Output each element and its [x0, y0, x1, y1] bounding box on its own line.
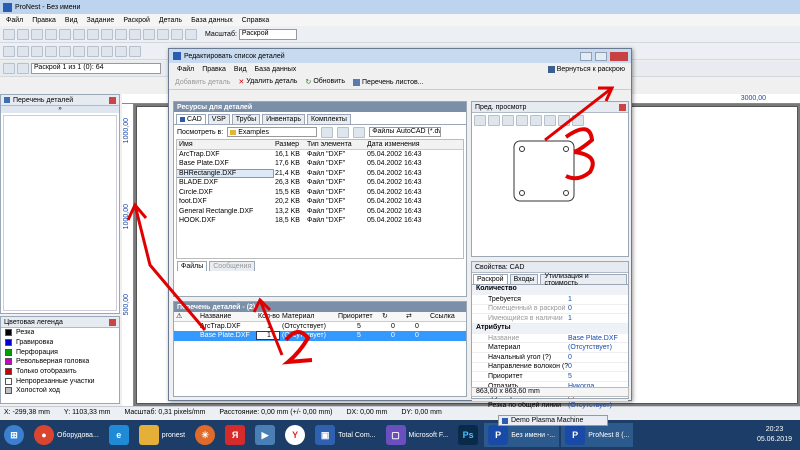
floppy-icon: ▣: [315, 425, 336, 445]
taskbar-chrome[interactable]: ● Оборудова...: [30, 423, 103, 447]
taskbar-app[interactable]: ▶: [251, 423, 279, 447]
photoshop-icon: Ps: [458, 425, 479, 445]
annotation-digit-2: [281, 330, 313, 365]
windows-icon: ⊞: [4, 425, 24, 445]
taskbar-pronest[interactable]: P ProNest 8 (...: [561, 423, 634, 447]
taskbar-app[interactable]: ✳: [191, 423, 219, 447]
taskbar-preview-tooltip: Demo Plasma Machine: [498, 415, 608, 426]
yandex-browser-icon: Y: [285, 425, 306, 445]
pronest-icon: P: [488, 425, 509, 445]
yandex-icon: Я: [225, 425, 246, 445]
taskbar-explorer[interactable]: pronest: [135, 423, 189, 447]
folder-icon: [138, 425, 159, 445]
annotation-digit-3: [564, 127, 595, 181]
start-button[interactable]: ⊞: [0, 423, 28, 447]
ie-icon: e: [108, 425, 129, 445]
taskbar: ⊞ ● Оборудова... e pronest ✳ Я ▶ Y ▣ Total…: [0, 420, 800, 450]
app-icon: ✳: [195, 425, 216, 445]
chrome-icon: ●: [34, 425, 54, 445]
taskbar-pronest-doc[interactable]: P Без имени -...: [484, 423, 560, 447]
taskbar-yandex[interactable]: Я: [221, 423, 249, 447]
pronest-icon: P: [565, 425, 586, 445]
plasma-icon: [502, 417, 508, 424]
taskbar-photoshop[interactable]: Ps: [454, 423, 482, 447]
taskbar-yandex-browser[interactable]: Y: [281, 423, 309, 447]
clock[interactable]: 20:23 05.06.2019: [757, 425, 792, 445]
annotation-arrow-1: [133, 204, 207, 331]
annotation-overlay: [126, 86, 615, 365]
taskbar-totalcmd[interactable]: ▣ Total Com...: [311, 423, 379, 447]
taskbar-msft[interactable]: ▢ Microsoft F...: [382, 423, 453, 447]
annotation-arrow-2: [258, 299, 284, 356]
taskbar-ie[interactable]: e: [105, 423, 133, 447]
window-icon: ▢: [385, 425, 406, 445]
video-icon: ▶: [255, 425, 276, 445]
